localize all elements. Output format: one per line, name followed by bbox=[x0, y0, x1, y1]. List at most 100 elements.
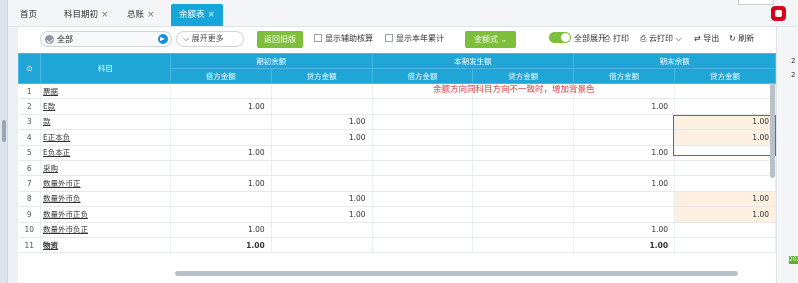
sub-header: 借方金额 bbox=[169, 68, 272, 84]
table-row[interactable]: 2 E款 1.00 1.00 bbox=[18, 98, 776, 115]
checkbox-icon bbox=[314, 34, 322, 42]
cloud-printer-icon: ⎙ bbox=[640, 34, 647, 43]
subject-name-cell[interactable]: 数量外币正负 bbox=[40, 206, 171, 223]
amount-cell: 1.00 bbox=[573, 222, 676, 238]
group-header: 期初余额 bbox=[169, 53, 373, 69]
settings-header-cell[interactable]: ⊙ bbox=[18, 53, 41, 84]
amount-cell bbox=[372, 129, 474, 146]
chevron-down-icon: ⌄ bbox=[500, 35, 508, 44]
amount-cell: 1.00 bbox=[573, 175, 676, 192]
row-index: 2 bbox=[18, 98, 41, 115]
amount-cell bbox=[573, 206, 676, 223]
chevron-down-icon: ⌵ bbox=[183, 34, 190, 43]
table-row[interactable]: 8 数量外币负 1.00 1.00 bbox=[18, 191, 776, 208]
amount-cell bbox=[674, 175, 776, 192]
row-index: 7 bbox=[18, 175, 41, 192]
tab-subject-opening[interactable]: 科目期初 × bbox=[64, 4, 109, 26]
settings-icon[interactable]: ⊙ bbox=[26, 64, 32, 73]
arrow-right-icon[interactable] bbox=[158, 34, 168, 44]
show-year-checkbox[interactable]: 显示本年累计 bbox=[385, 33, 444, 44]
amount-cell: 1.00 bbox=[271, 114, 373, 131]
table-row[interactable]: 3 款 1.00 1.00 bbox=[18, 114, 776, 131]
amount-cell: 1.00 bbox=[170, 145, 272, 161]
annotation-text: 余额方向同科目方向不一致时，增加背景色 bbox=[433, 85, 595, 95]
table-row[interactable]: 1 票据 bbox=[18, 83, 776, 100]
subject-name-cell[interactable]: E款 bbox=[40, 98, 171, 115]
subject-name-link[interactable]: 采购 bbox=[43, 164, 58, 173]
show-aux-checkbox[interactable]: 显示辅助核算 bbox=[314, 33, 373, 44]
subject-name-link[interactable]: 物资 bbox=[43, 241, 58, 250]
print-label: 打印 bbox=[612, 34, 629, 43]
amount-cell: 1.00 bbox=[674, 206, 776, 223]
subject-name-cell[interactable]: 数量外币负正 bbox=[40, 222, 171, 238]
table-row[interactable]: 4 E正本负 1.00 1.00 bbox=[18, 129, 776, 146]
subject-name-cell[interactable]: 采购 bbox=[40, 160, 171, 177]
expand-all-toggle[interactable] bbox=[549, 32, 571, 43]
tab-home[interactable]: 首页 bbox=[20, 4, 37, 26]
return-old-label: 返回旧版 bbox=[264, 35, 296, 44]
amount-cell: 1.00 bbox=[573, 145, 676, 161]
table-row[interactable]: 6 采购 bbox=[18, 160, 776, 177]
toolbar: 全部 ⌵ 展开更多 返回旧版 显示辅助核算 显示本年累计 金额式 ⌄ 全部展开 … bbox=[18, 27, 776, 51]
export-button[interactable]: ⇄ 导出 bbox=[694, 33, 719, 44]
amount-cell bbox=[573, 191, 676, 208]
close-icon[interactable]: × bbox=[208, 10, 216, 20]
subject-name-link[interactable]: 数量外币负 bbox=[43, 194, 81, 203]
horizontal-scrollbar[interactable] bbox=[175, 271, 738, 276]
vertical-scrollbar[interactable] bbox=[770, 83, 775, 178]
subject-name-link[interactable]: 数量外币正 bbox=[43, 179, 81, 188]
row-index: 11 bbox=[18, 237, 41, 254]
amount-cell bbox=[372, 191, 474, 208]
amount-cell bbox=[271, 237, 373, 254]
subject-name-cell[interactable]: 数量外币正 bbox=[40, 175, 171, 192]
settings-icon[interactable] bbox=[771, 6, 786, 21]
subject-name-link[interactable]: 数量外币负正 bbox=[43, 225, 88, 234]
refresh-button[interactable]: ↻ 刷新 bbox=[729, 33, 754, 44]
return-old-button[interactable]: 返回旧版 bbox=[257, 31, 303, 48]
tab-balance-sheet[interactable]: 余额表 × bbox=[171, 4, 224, 26]
row-index: 9 bbox=[18, 206, 41, 223]
subject-name-link[interactable]: E正本负 bbox=[43, 133, 70, 142]
tab-balance-sheet-label: 余额表 bbox=[179, 10, 205, 20]
amount-cell bbox=[170, 160, 272, 177]
subject-name-link[interactable]: 款 bbox=[43, 117, 51, 126]
row-index: 1 bbox=[18, 83, 41, 100]
amount-cell bbox=[472, 175, 575, 192]
amount-cell bbox=[372, 175, 474, 192]
table-row[interactable]: 7 数量外币正 1.00 1.00 bbox=[18, 175, 776, 192]
subject-select-value: 全部 bbox=[57, 35, 73, 44]
corner-badge: 202 bbox=[789, 256, 798, 264]
subject-name-link[interactable]: 票据 bbox=[43, 87, 58, 96]
checkbox-icon bbox=[385, 34, 393, 42]
close-icon[interactable]: × bbox=[101, 10, 109, 20]
group-header: 期末余额 bbox=[573, 53, 776, 69]
tab-general-ledger[interactable]: 总账 × bbox=[127, 4, 155, 26]
amount-cell bbox=[170, 191, 272, 208]
subject-name-link[interactable]: E负本正 bbox=[43, 148, 70, 157]
subject-name-cell[interactable]: 数量外币负 bbox=[40, 191, 171, 208]
cloud-print-button[interactable]: ⎙ 云打印 ⌵ bbox=[640, 33, 682, 44]
expand-more-button[interactable]: ⌵ 展开更多 bbox=[176, 31, 244, 47]
expand-all-label: 全部展开 bbox=[574, 34, 606, 43]
subject-name-link[interactable]: E款 bbox=[43, 102, 55, 111]
left-scrollbar[interactable] bbox=[0, 0, 8, 283]
table-row[interactable]: 9 数量外币正负 1.00 1.00 bbox=[18, 206, 776, 223]
left-scrollbar-thumb[interactable] bbox=[2, 120, 6, 142]
app-window: 首页 科目期初 × 总账 × 余额表 × 全部 ⌵ 展开更多 返回旧版 显示辅助核算 … bbox=[0, 0, 798, 283]
amount-cell bbox=[271, 160, 373, 177]
table-row[interactable]: 10 数量外币负正 1.00 1.00 bbox=[18, 222, 776, 238]
close-icon[interactable]: × bbox=[147, 10, 155, 20]
subject-name-link[interactable]: 数量外币正负 bbox=[43, 210, 88, 219]
sub-header: 贷方金额 bbox=[472, 68, 575, 84]
print-button[interactable]: ⎙ 打印 bbox=[604, 33, 629, 44]
subject-name-cell[interactable]: E负本正 bbox=[40, 145, 171, 161]
subject-select[interactable]: 全部 bbox=[40, 31, 172, 47]
subject-name-cell[interactable]: E正本负 bbox=[40, 129, 171, 146]
amount-style-dropdown[interactable]: 金额式 ⌄ bbox=[465, 31, 517, 48]
table-row[interactable]: 11 物资 1.00 1.00 bbox=[18, 237, 776, 254]
subject-name-cell[interactable]: 票据 bbox=[40, 83, 171, 100]
table-row[interactable]: 5 E负本正 1.00 1.00 bbox=[18, 145, 776, 161]
subject-name-cell[interactable]: 物资 bbox=[40, 237, 171, 254]
amount-cell: 1.00 bbox=[271, 129, 373, 146]
subject-name-cell[interactable]: 款 bbox=[40, 114, 171, 131]
